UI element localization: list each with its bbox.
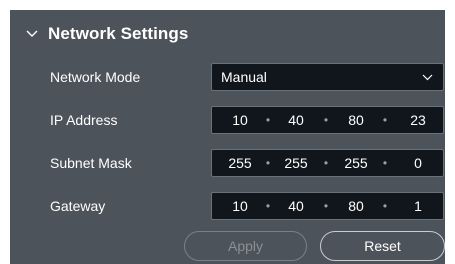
subnet-mask-label: Subnet Mask	[50, 155, 132, 171]
network-mode-label: Network Mode	[50, 69, 141, 85]
network-mode-value: Manual	[221, 69, 267, 85]
subnet-octet-4[interactable]: 0	[398, 150, 438, 176]
subnet-octet-1[interactable]: 255	[220, 150, 260, 176]
network-mode-select[interactable]: Manual	[211, 63, 444, 91]
subnet-mask-field: 255 • 255 • 255 • 0	[211, 149, 444, 177]
ip-address-row: IP Address 10 • 40 • 80 • 23	[10, 106, 445, 134]
gateway-octet-3[interactable]: 80	[336, 193, 376, 219]
ip-octet-4[interactable]: 23	[398, 107, 438, 133]
gateway-field: 10 • 40 • 80 • 1	[211, 192, 444, 220]
octet-separator: •	[265, 113, 271, 127]
octet-separator: •	[382, 113, 388, 127]
octet-separator: •	[323, 156, 329, 170]
ip-octet-1[interactable]: 10	[220, 107, 260, 133]
octet-separator: •	[265, 156, 271, 170]
network-settings-panel: Network Settings Network Mode Manual IP …	[10, 10, 445, 264]
reset-button[interactable]: Reset	[320, 231, 445, 261]
ip-octet-2[interactable]: 40	[276, 107, 316, 133]
gateway-octet-2[interactable]: 40	[276, 193, 316, 219]
gateway-label: Gateway	[50, 198, 106, 214]
gateway-row: Gateway 10 • 40 • 80 • 1	[10, 192, 445, 220]
ip-address-label: IP Address	[50, 112, 118, 128]
octet-separator: •	[323, 113, 329, 127]
subnet-mask-row: Subnet Mask 255 • 255 • 255 • 0	[10, 149, 445, 177]
chevron-down-icon[interactable]	[24, 26, 40, 42]
section-title: Network Settings	[48, 24, 189, 43]
octet-separator: •	[265, 199, 271, 213]
chevron-down-icon	[422, 64, 433, 90]
apply-button[interactable]: Apply	[184, 231, 307, 261]
octet-separator: •	[382, 156, 388, 170]
subnet-octet-3[interactable]: 255	[336, 150, 376, 176]
network-mode-row: Network Mode Manual	[10, 63, 445, 91]
subnet-octet-2[interactable]: 255	[276, 150, 316, 176]
section-header[interactable]: Network Settings	[24, 22, 188, 46]
octet-separator: •	[382, 199, 388, 213]
ip-address-field: 10 • 40 • 80 • 23	[211, 106, 444, 134]
gateway-octet-4[interactable]: 1	[398, 193, 438, 219]
octet-separator: •	[323, 199, 329, 213]
gateway-octet-1[interactable]: 10	[220, 193, 260, 219]
ip-octet-3[interactable]: 80	[336, 107, 376, 133]
